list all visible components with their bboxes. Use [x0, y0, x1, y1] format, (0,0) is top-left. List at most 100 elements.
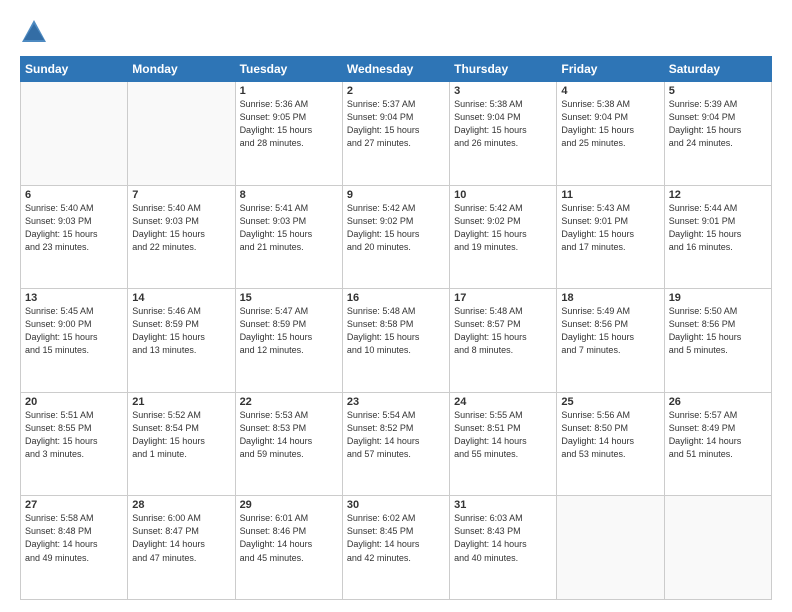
weekday-header: Saturday: [664, 57, 771, 82]
calendar-cell: 28Sunrise: 6:00 AM Sunset: 8:47 PM Dayli…: [128, 496, 235, 600]
calendar-cell: 31Sunrise: 6:03 AM Sunset: 8:43 PM Dayli…: [450, 496, 557, 600]
calendar-cell: [664, 496, 771, 600]
day-number: 30: [347, 499, 445, 511]
day-info: Sunrise: 6:01 AM Sunset: 8:46 PM Dayligh…: [240, 512, 338, 564]
calendar-cell: 29Sunrise: 6:01 AM Sunset: 8:46 PM Dayli…: [235, 496, 342, 600]
day-number: 10: [454, 189, 552, 201]
calendar-cell: 18Sunrise: 5:49 AM Sunset: 8:56 PM Dayli…: [557, 289, 664, 393]
page: SundayMondayTuesdayWednesdayThursdayFrid…: [0, 0, 792, 612]
calendar-cell: 30Sunrise: 6:02 AM Sunset: 8:45 PM Dayli…: [342, 496, 449, 600]
calendar-cell: 7Sunrise: 5:40 AM Sunset: 9:03 PM Daylig…: [128, 185, 235, 289]
day-number: 18: [561, 292, 659, 304]
calendar-cell: 11Sunrise: 5:43 AM Sunset: 9:01 PM Dayli…: [557, 185, 664, 289]
calendar-cell: 17Sunrise: 5:48 AM Sunset: 8:57 PM Dayli…: [450, 289, 557, 393]
calendar-cell: 6Sunrise: 5:40 AM Sunset: 9:03 PM Daylig…: [21, 185, 128, 289]
day-number: 17: [454, 292, 552, 304]
day-info: Sunrise: 5:52 AM Sunset: 8:54 PM Dayligh…: [132, 409, 230, 461]
calendar-week-row: 20Sunrise: 5:51 AM Sunset: 8:55 PM Dayli…: [21, 392, 772, 496]
weekday-header: Tuesday: [235, 57, 342, 82]
day-number: 4: [561, 85, 659, 97]
day-info: Sunrise: 5:41 AM Sunset: 9:03 PM Dayligh…: [240, 202, 338, 254]
calendar-cell: [21, 82, 128, 186]
day-number: 26: [669, 396, 767, 408]
calendar-header: SundayMondayTuesdayWednesdayThursdayFrid…: [21, 57, 772, 82]
calendar-cell: 1Sunrise: 5:36 AM Sunset: 9:05 PM Daylig…: [235, 82, 342, 186]
day-info: Sunrise: 5:54 AM Sunset: 8:52 PM Dayligh…: [347, 409, 445, 461]
calendar-week-row: 27Sunrise: 5:58 AM Sunset: 8:48 PM Dayli…: [21, 496, 772, 600]
day-info: Sunrise: 6:00 AM Sunset: 8:47 PM Dayligh…: [132, 512, 230, 564]
day-info: Sunrise: 5:42 AM Sunset: 9:02 PM Dayligh…: [347, 202, 445, 254]
day-info: Sunrise: 5:50 AM Sunset: 8:56 PM Dayligh…: [669, 305, 767, 357]
weekday-header: Friday: [557, 57, 664, 82]
day-number: 25: [561, 396, 659, 408]
day-number: 20: [25, 396, 123, 408]
day-info: Sunrise: 5:42 AM Sunset: 9:02 PM Dayligh…: [454, 202, 552, 254]
day-number: 14: [132, 292, 230, 304]
day-info: Sunrise: 5:43 AM Sunset: 9:01 PM Dayligh…: [561, 202, 659, 254]
day-number: 23: [347, 396, 445, 408]
calendar-cell: 21Sunrise: 5:52 AM Sunset: 8:54 PM Dayli…: [128, 392, 235, 496]
day-number: 19: [669, 292, 767, 304]
calendar-cell: 15Sunrise: 5:47 AM Sunset: 8:59 PM Dayli…: [235, 289, 342, 393]
day-number: 12: [669, 189, 767, 201]
calendar-cell: 2Sunrise: 5:37 AM Sunset: 9:04 PM Daylig…: [342, 82, 449, 186]
day-info: Sunrise: 5:45 AM Sunset: 9:00 PM Dayligh…: [25, 305, 123, 357]
day-info: Sunrise: 6:02 AM Sunset: 8:45 PM Dayligh…: [347, 512, 445, 564]
day-number: 21: [132, 396, 230, 408]
calendar-cell: 3Sunrise: 5:38 AM Sunset: 9:04 PM Daylig…: [450, 82, 557, 186]
weekday-header: Wednesday: [342, 57, 449, 82]
calendar-cell: 27Sunrise: 5:58 AM Sunset: 8:48 PM Dayli…: [21, 496, 128, 600]
calendar-cell: 10Sunrise: 5:42 AM Sunset: 9:02 PM Dayli…: [450, 185, 557, 289]
calendar-body: 1Sunrise: 5:36 AM Sunset: 9:05 PM Daylig…: [21, 82, 772, 600]
day-number: 11: [561, 189, 659, 201]
day-info: Sunrise: 5:44 AM Sunset: 9:01 PM Dayligh…: [669, 202, 767, 254]
day-number: 15: [240, 292, 338, 304]
calendar-cell: [128, 82, 235, 186]
day-number: 2: [347, 85, 445, 97]
calendar-cell: 25Sunrise: 5:56 AM Sunset: 8:50 PM Dayli…: [557, 392, 664, 496]
day-number: 9: [347, 189, 445, 201]
weekday-header: Monday: [128, 57, 235, 82]
day-info: Sunrise: 5:38 AM Sunset: 9:04 PM Dayligh…: [561, 98, 659, 150]
day-info: Sunrise: 5:55 AM Sunset: 8:51 PM Dayligh…: [454, 409, 552, 461]
calendar-cell: 26Sunrise: 5:57 AM Sunset: 8:49 PM Dayli…: [664, 392, 771, 496]
calendar-cell: 22Sunrise: 5:53 AM Sunset: 8:53 PM Dayli…: [235, 392, 342, 496]
calendar-cell: 24Sunrise: 5:55 AM Sunset: 8:51 PM Dayli…: [450, 392, 557, 496]
day-number: 27: [25, 499, 123, 511]
day-info: Sunrise: 5:56 AM Sunset: 8:50 PM Dayligh…: [561, 409, 659, 461]
weekday-header: Thursday: [450, 57, 557, 82]
logo: [20, 18, 52, 46]
day-info: Sunrise: 5:46 AM Sunset: 8:59 PM Dayligh…: [132, 305, 230, 357]
day-number: 5: [669, 85, 767, 97]
calendar-week-row: 6Sunrise: 5:40 AM Sunset: 9:03 PM Daylig…: [21, 185, 772, 289]
day-number: 24: [454, 396, 552, 408]
day-number: 1: [240, 85, 338, 97]
calendar-cell: 19Sunrise: 5:50 AM Sunset: 8:56 PM Dayli…: [664, 289, 771, 393]
calendar-cell: 23Sunrise: 5:54 AM Sunset: 8:52 PM Dayli…: [342, 392, 449, 496]
day-info: Sunrise: 5:37 AM Sunset: 9:04 PM Dayligh…: [347, 98, 445, 150]
day-number: 6: [25, 189, 123, 201]
day-info: Sunrise: 5:39 AM Sunset: 9:04 PM Dayligh…: [669, 98, 767, 150]
calendar-cell: 4Sunrise: 5:38 AM Sunset: 9:04 PM Daylig…: [557, 82, 664, 186]
day-info: Sunrise: 6:03 AM Sunset: 8:43 PM Dayligh…: [454, 512, 552, 564]
day-info: Sunrise: 5:47 AM Sunset: 8:59 PM Dayligh…: [240, 305, 338, 357]
day-number: 13: [25, 292, 123, 304]
day-number: 7: [132, 189, 230, 201]
calendar-week-row: 1Sunrise: 5:36 AM Sunset: 9:05 PM Daylig…: [21, 82, 772, 186]
day-number: 16: [347, 292, 445, 304]
day-number: 29: [240, 499, 338, 511]
day-info: Sunrise: 5:57 AM Sunset: 8:49 PM Dayligh…: [669, 409, 767, 461]
day-number: 8: [240, 189, 338, 201]
calendar-cell: 16Sunrise: 5:48 AM Sunset: 8:58 PM Dayli…: [342, 289, 449, 393]
calendar-cell: 5Sunrise: 5:39 AM Sunset: 9:04 PM Daylig…: [664, 82, 771, 186]
day-info: Sunrise: 5:40 AM Sunset: 9:03 PM Dayligh…: [25, 202, 123, 254]
day-info: Sunrise: 5:48 AM Sunset: 8:58 PM Dayligh…: [347, 305, 445, 357]
day-info: Sunrise: 5:58 AM Sunset: 8:48 PM Dayligh…: [25, 512, 123, 564]
calendar-cell: 9Sunrise: 5:42 AM Sunset: 9:02 PM Daylig…: [342, 185, 449, 289]
calendar-cell: 14Sunrise: 5:46 AM Sunset: 8:59 PM Dayli…: [128, 289, 235, 393]
calendar-table: SundayMondayTuesdayWednesdayThursdayFrid…: [20, 56, 772, 600]
logo-icon: [20, 18, 48, 46]
header: [20, 18, 772, 46]
calendar-cell: 13Sunrise: 5:45 AM Sunset: 9:00 PM Dayli…: [21, 289, 128, 393]
weekday-row: SundayMondayTuesdayWednesdayThursdayFrid…: [21, 57, 772, 82]
